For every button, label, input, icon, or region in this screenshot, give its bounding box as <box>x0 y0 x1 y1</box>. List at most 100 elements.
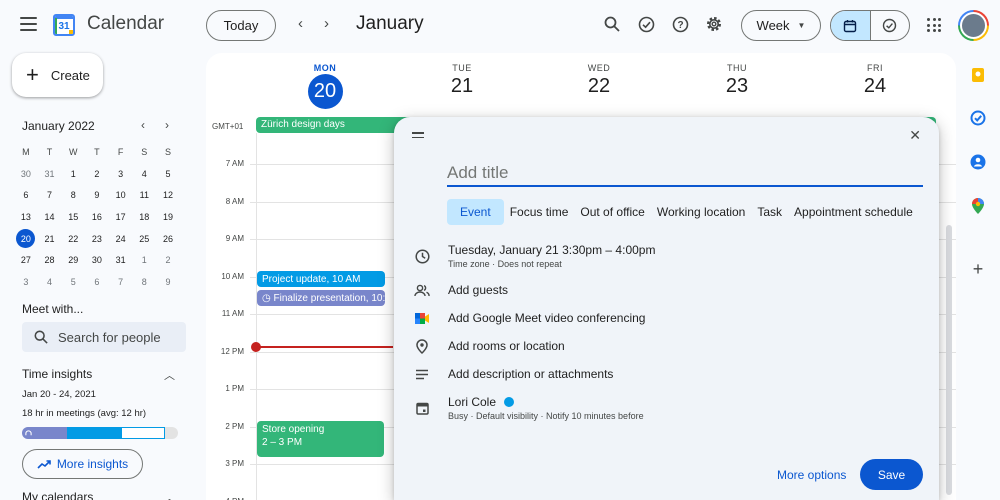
mini-calendar-day[interactable]: 5 <box>165 169 170 179</box>
mini-calendar-day[interactable]: 21 <box>45 234 55 244</box>
settings-gear-icon[interactable] <box>704 14 724 34</box>
event-date-time[interactable]: Tuesday, January 21 3:30pm – 4:00pm <box>448 243 655 257</box>
day-number[interactable]: 22 <box>559 75 639 98</box>
event-type-tab-appointment-schedule[interactable]: Appointment schedule <box>788 199 919 225</box>
mini-calendar-day[interactable]: 8 <box>71 190 76 200</box>
day-number[interactable]: 23 <box>697 75 777 98</box>
mini-calendar-day[interactable]: 30 <box>21 169 31 179</box>
day-number[interactable]: 24 <box>835 75 915 98</box>
mini-calendar-day[interactable]: 31 <box>116 255 126 265</box>
mini-calendar-next-button[interactable]: › <box>165 118 169 132</box>
mini-calendar-day[interactable]: 15 <box>68 212 78 222</box>
mini-calendar-day[interactable]: 13 <box>21 212 31 222</box>
time-zone-note[interactable]: Time zone · Does not repeat <box>448 259 562 269</box>
event-type-tab-event[interactable]: Event <box>447 199 504 225</box>
mini-calendar-day[interactable]: 3 <box>118 169 123 179</box>
tasks-view-toggle[interactable] <box>869 11 910 40</box>
time-insights-bar[interactable] <box>22 427 178 439</box>
google-apps-icon[interactable] <box>927 18 941 32</box>
mini-calendar-day[interactable]: 5 <box>71 277 76 287</box>
day-header-thu[interactable]: THU 23 <box>697 63 777 98</box>
mini-calendar-day[interactable]: 12 <box>163 190 173 200</box>
more-insights-button[interactable]: More insights <box>22 449 143 479</box>
mini-calendar-day[interactable]: 25 <box>139 234 149 244</box>
mini-calendar-day[interactable]: 2 <box>165 255 170 265</box>
mini-calendar-day[interactable]: 31 <box>45 169 55 179</box>
maps-icon[interactable] <box>969 197 987 215</box>
add-location-link[interactable]: Add rooms or location <box>448 339 565 353</box>
event-finalize-presentation[interactable]: ◷ Finalize presentation, 10: <box>257 290 385 306</box>
calendar-details[interactable]: Busy · Default visibility · Notify 10 mi… <box>448 411 644 421</box>
mini-calendar-day[interactable]: 28 <box>45 255 55 265</box>
mini-calendar-day[interactable]: 19 <box>163 212 173 222</box>
mini-calendar-day[interactable]: 6 <box>23 190 28 200</box>
mini-calendar-day[interactable]: 14 <box>45 212 55 222</box>
mini-calendar-day[interactable]: 3 <box>23 277 28 287</box>
mini-calendar-day[interactable]: 4 <box>47 277 52 287</box>
create-button[interactable]: + Create <box>12 53 103 97</box>
mini-calendar-day[interactable]: 26 <box>163 234 173 244</box>
today-button[interactable]: Today <box>206 10 276 41</box>
calendar-logo-icon[interactable]: 31 <box>53 14 75 36</box>
mini-calendar-day[interactable]: 16 <box>92 212 102 222</box>
search-people-input[interactable]: Search for people <box>22 322 186 352</box>
search-icon[interactable] <box>602 14 622 34</box>
mini-calendar-day[interactable]: 9 <box>165 277 170 287</box>
mini-calendar-day[interactable]: 11 <box>140 190 149 200</box>
event-title-input[interactable] <box>447 161 923 187</box>
time-insights-collapse-icon[interactable]: ︿ <box>164 367 175 383</box>
add-guests-link[interactable]: Add guests <box>448 283 508 297</box>
contacts-icon[interactable] <box>969 153 987 171</box>
more-options-button[interactable]: More options <box>777 468 846 482</box>
view-selector-dropdown[interactable]: Week ▼ <box>741 10 821 41</box>
mini-calendar-day[interactable]: 29 <box>68 255 78 265</box>
mini-calendar-day[interactable]: 2 <box>94 169 99 179</box>
mini-calendar-day[interactable]: 17 <box>116 212 126 222</box>
mini-calendar-day[interactable]: 7 <box>118 277 123 287</box>
save-button[interactable]: Save <box>860 459 923 490</box>
scrollbar[interactable] <box>946 225 952 495</box>
mini-calendar-day[interactable]: 6 <box>94 277 99 287</box>
mini-calendar-day[interactable]: 1 <box>71 169 76 179</box>
account-avatar[interactable] <box>958 10 989 41</box>
get-addons-plus-icon[interactable]: + <box>969 259 987 279</box>
mini-calendar-day[interactable]: 4 <box>142 169 147 179</box>
day-number[interactable]: 21 <box>422 75 502 98</box>
drag-handle-icon[interactable] <box>412 132 424 138</box>
main-menu-icon[interactable] <box>20 17 37 31</box>
mini-calendar-day[interactable]: 22 <box>68 234 78 244</box>
calendar-view-toggle[interactable] <box>831 11 870 40</box>
mini-calendar-day[interactable]: 1 <box>142 255 147 265</box>
help-icon[interactable]: ? <box>670 14 690 34</box>
keep-icon[interactable] <box>969 66 987 84</box>
mini-calendar-day[interactable]: 30 <box>92 255 102 265</box>
day-header-tue[interactable]: TUE 21 <box>422 63 502 98</box>
calendar-owner[interactable]: Lori Cole <box>448 395 515 409</box>
day-number[interactable]: 20 <box>307 74 343 109</box>
mini-calendar-day[interactable]: 7 <box>47 190 52 200</box>
mini-calendar-day[interactable]: 24 <box>116 234 126 244</box>
mini-calendar-prev-button[interactable]: ‹ <box>141 118 145 132</box>
event-store-opening[interactable]: Store opening 2 – 3 PM <box>257 421 384 457</box>
event-type-tab-task[interactable]: Task <box>751 199 788 225</box>
mini-calendar-day[interactable]: 9 <box>94 190 99 200</box>
next-week-button[interactable]: › <box>324 15 329 32</box>
my-calendars-collapse-icon[interactable]: ︿ <box>164 490 175 500</box>
mini-calendar-day[interactable]: 8 <box>142 277 147 287</box>
day-header-fri[interactable]: FRI 24 <box>835 63 915 98</box>
tasks-check-icon[interactable] <box>636 14 656 34</box>
mini-calendar-today[interactable]: 20 <box>16 229 36 249</box>
event-project-update[interactable]: Project update, 10 AM <box>257 271 385 287</box>
mini-calendar-day[interactable]: 18 <box>139 212 149 222</box>
event-type-tab-working-location[interactable]: Working location <box>651 199 752 225</box>
day-header-mon[interactable]: MON 20 <box>285 63 365 109</box>
add-description-link[interactable]: Add description or attachments <box>448 367 613 381</box>
tasks-icon[interactable] <box>969 109 987 127</box>
day-header-wed[interactable]: WED 22 <box>559 63 639 98</box>
mini-calendar-day[interactable]: 27 <box>21 255 31 265</box>
event-type-tab-out-of-office[interactable]: Out of office <box>574 199 650 225</box>
event-type-tab-focus-time[interactable]: Focus time <box>504 199 575 225</box>
mini-calendar-day[interactable]: 10 <box>116 190 126 200</box>
close-icon[interactable]: ✕ <box>909 127 921 144</box>
app-title[interactable]: Calendar <box>87 13 164 35</box>
